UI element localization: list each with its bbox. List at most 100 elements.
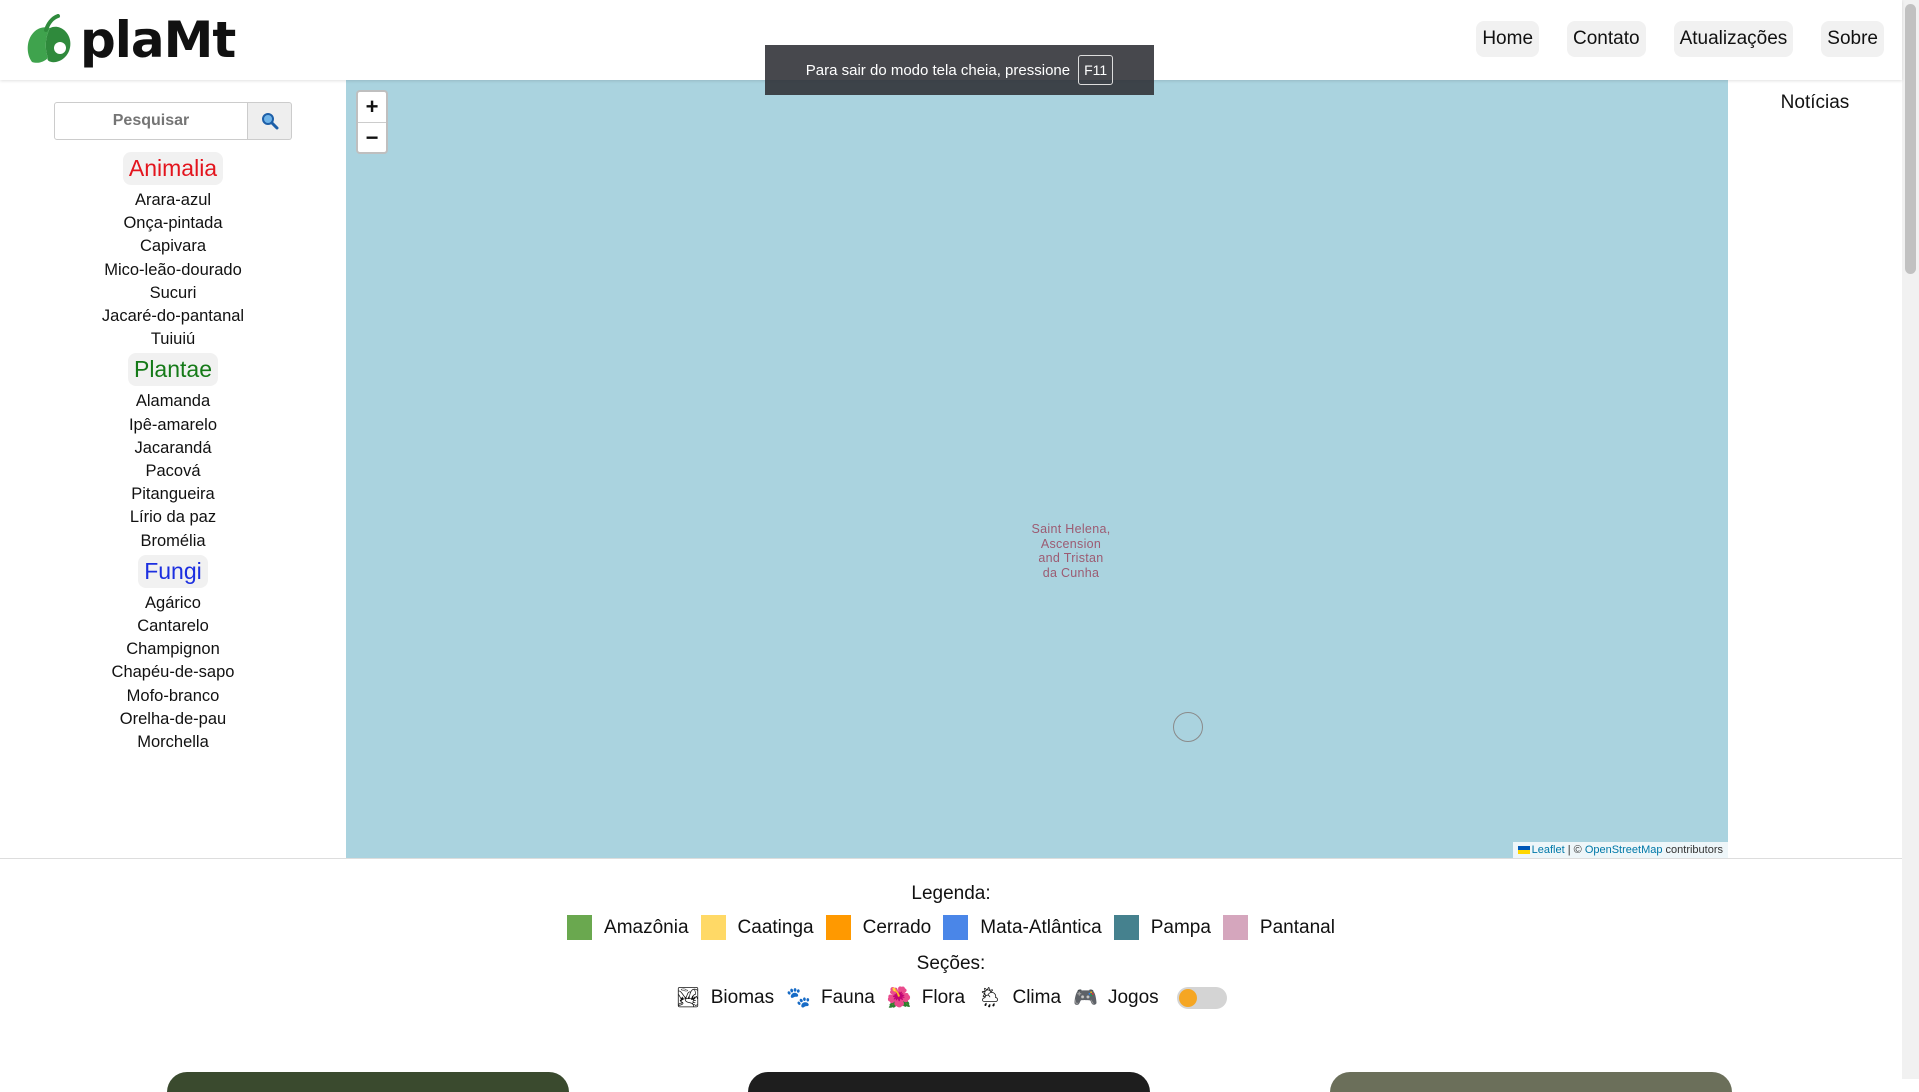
section-label: Jogos <box>1107 987 1159 1008</box>
map-place-label: Saint Helena, Ascension and Tristan da C… <box>1021 522 1121 580</box>
section-biomas[interactable]: 🏞 Biomas <box>675 987 774 1009</box>
fullscreen-notice: Para sair do modo tela cheia, pressione … <box>765 45 1154 95</box>
legend-item-pantanal: Pantanal <box>1222 915 1335 940</box>
species-item[interactable]: Ipê-amarelo <box>0 414 346 437</box>
species-item[interactable]: Mico-leão-dourado <box>0 259 346 282</box>
group-animalia[interactable]: Animalia <box>122 152 224 185</box>
species-item[interactable]: Alamanda <box>0 390 346 413</box>
search-box <box>54 102 292 140</box>
species-item[interactable]: Onça-pintada <box>0 212 346 235</box>
gamepad-icon: 🎮 <box>1073 987 1098 1009</box>
section-label: Fauna <box>821 987 875 1008</box>
color-swatch <box>825 915 851 940</box>
legend-item-amazonia: Amazônia <box>567 915 689 940</box>
color-swatch <box>943 915 969 940</box>
biomas-icon: 🏞 <box>675 987 701 1009</box>
zoom-out-button[interactable]: − <box>358 122 386 152</box>
news-title: Notícias <box>1780 92 1850 113</box>
species-item[interactable]: Morchella <box>0 731 346 754</box>
group-fungi[interactable]: Fungi <box>138 554 208 588</box>
logo[interactable]: plaMt <box>24 11 236 69</box>
toggle-knob <box>1178 989 1197 1007</box>
ukraine-flag-icon <box>1517 846 1530 855</box>
legend-label: Amazônia <box>604 916 689 938</box>
section-label: Flora <box>921 987 966 1008</box>
attribution-separator: | © <box>1564 844 1585 856</box>
scrollbar-thumb[interactable] <box>1905 4 1916 274</box>
search-button[interactable] <box>248 102 292 140</box>
sections-row: 🏞 Biomas 🐾 Fauna 🌺 Flora 🌦 Clima 🎮 Jogos <box>0 987 1902 1009</box>
map-label-line: and Tristan <box>1038 551 1104 565</box>
theme-toggle[interactable] <box>1176 987 1227 1009</box>
species-item[interactable]: Mofo-branco <box>0 685 346 708</box>
section-fauna[interactable]: 🐾 Fauna <box>786 987 875 1009</box>
nav-home[interactable]: Home <box>1476 21 1540 57</box>
color-swatch <box>700 915 726 940</box>
biome-legend: Amazônia Caatinga Cerrado Mata-Atlântica… <box>0 915 1902 940</box>
species-item[interactable]: Pitangueira <box>0 483 346 506</box>
legend-label: Caatinga <box>737 916 814 938</box>
attribution-contributors: contributors <box>1662 844 1723 856</box>
osm-link[interactable]: OpenStreetMap <box>1585 844 1663 856</box>
page-scrollbar[interactable] <box>1902 0 1919 1079</box>
species-item[interactable]: Orelha-de-pau <box>0 708 346 731</box>
leaflet-link[interactable]: Leaflet <box>1532 844 1565 856</box>
nav-contato[interactable]: Contato <box>1567 21 1646 57</box>
species-item[interactable]: Pacová <box>0 460 346 483</box>
nav-atualizacoes[interactable]: Atualizações <box>1673 21 1794 57</box>
map-label-line: Ascension <box>1040 536 1102 551</box>
legend-item-cerrado: Cerrado <box>825 915 932 940</box>
section-clima[interactable]: 🌦 Clima <box>977 987 1061 1009</box>
species-item[interactable]: Champignon <box>0 638 346 661</box>
species-groups: Animalia Arara-azul Onça-pintada Capivar… <box>0 150 346 754</box>
species-item[interactable]: Jacarandá <box>0 437 346 460</box>
species-item[interactable]: Bromélia <box>0 530 346 553</box>
content-card[interactable] <box>1330 1072 1732 1092</box>
main-nav: Home Contato Atualizações Sobre <box>1476 21 1884 57</box>
legend-item-pampa: Pampa <box>1113 915 1211 940</box>
species-item[interactable]: Agárico <box>0 592 346 615</box>
legend-title: Legenda: <box>911 883 991 904</box>
species-item[interactable]: Capivara <box>0 235 346 258</box>
legend-label: Cerrado <box>862 916 932 938</box>
section-flora[interactable]: 🌺 Flora <box>887 987 965 1009</box>
map-label-line: da Cunha <box>1042 565 1100 580</box>
logo-text: plaMt <box>80 11 236 69</box>
map-attribution: Leaflet | © OpenStreetMap contributors <box>1512 842 1728 858</box>
species-item[interactable]: Cantarelo <box>0 615 346 638</box>
nav-sobre[interactable]: Sobre <box>1821 21 1884 57</box>
fullscreen-notice-text: Para sair do modo tela cheia, pressione <box>805 61 1071 79</box>
section-label: Clima <box>1012 987 1062 1008</box>
species-item[interactable]: Lírio da paz <box>0 506 346 529</box>
section-label: Biomas <box>710 987 775 1008</box>
weather-icon: 🌦 <box>977 987 1003 1009</box>
sections-title: Seções: <box>916 953 986 974</box>
section-jogos[interactable]: 🎮 Jogos <box>1073 987 1159 1009</box>
species-item[interactable]: Tuiuiú <box>0 328 346 351</box>
species-item[interactable]: Jacaré-do-pantanal <box>0 305 346 328</box>
leaflet-map[interactable]: + − Saint Helena, Ascension and Tristan … <box>346 80 1728 858</box>
flower-icon: 🌺 <box>886 987 912 1009</box>
species-item[interactable]: Chapéu-de-sapo <box>0 661 346 684</box>
legend-area: Legenda: Amazônia Caatinga Cerrado Mata-… <box>0 858 1902 1079</box>
zoom-in-button[interactable]: + <box>358 92 386 122</box>
search-input[interactable] <box>54 102 248 140</box>
zoom-control: + − <box>356 90 388 154</box>
color-swatch <box>1222 915 1248 940</box>
search-icon <box>261 113 278 130</box>
leaf-logo-icon <box>27 14 71 63</box>
group-plantae[interactable]: Plantae <box>127 353 218 387</box>
species-item[interactable]: Arara-azul <box>0 189 346 212</box>
content-card[interactable] <box>748 1072 1150 1092</box>
legend-item-mata-atlantica: Mata-Atlântica <box>943 915 1102 940</box>
legend-label: Pantanal <box>1259 916 1335 938</box>
paw-icon: 🐾 <box>786 987 811 1009</box>
species-item[interactable]: Sucuri <box>0 282 346 305</box>
color-swatch <box>1113 915 1139 940</box>
legend-item-caatinga: Caatinga <box>700 915 814 940</box>
map-location-marker[interactable] <box>1173 712 1203 742</box>
map-label-line: Saint Helena, <box>1031 522 1111 536</box>
content-card[interactable] <box>167 1072 569 1092</box>
news-panel: Notícias <box>1728 80 1902 858</box>
legend-label: Pampa <box>1150 916 1211 938</box>
